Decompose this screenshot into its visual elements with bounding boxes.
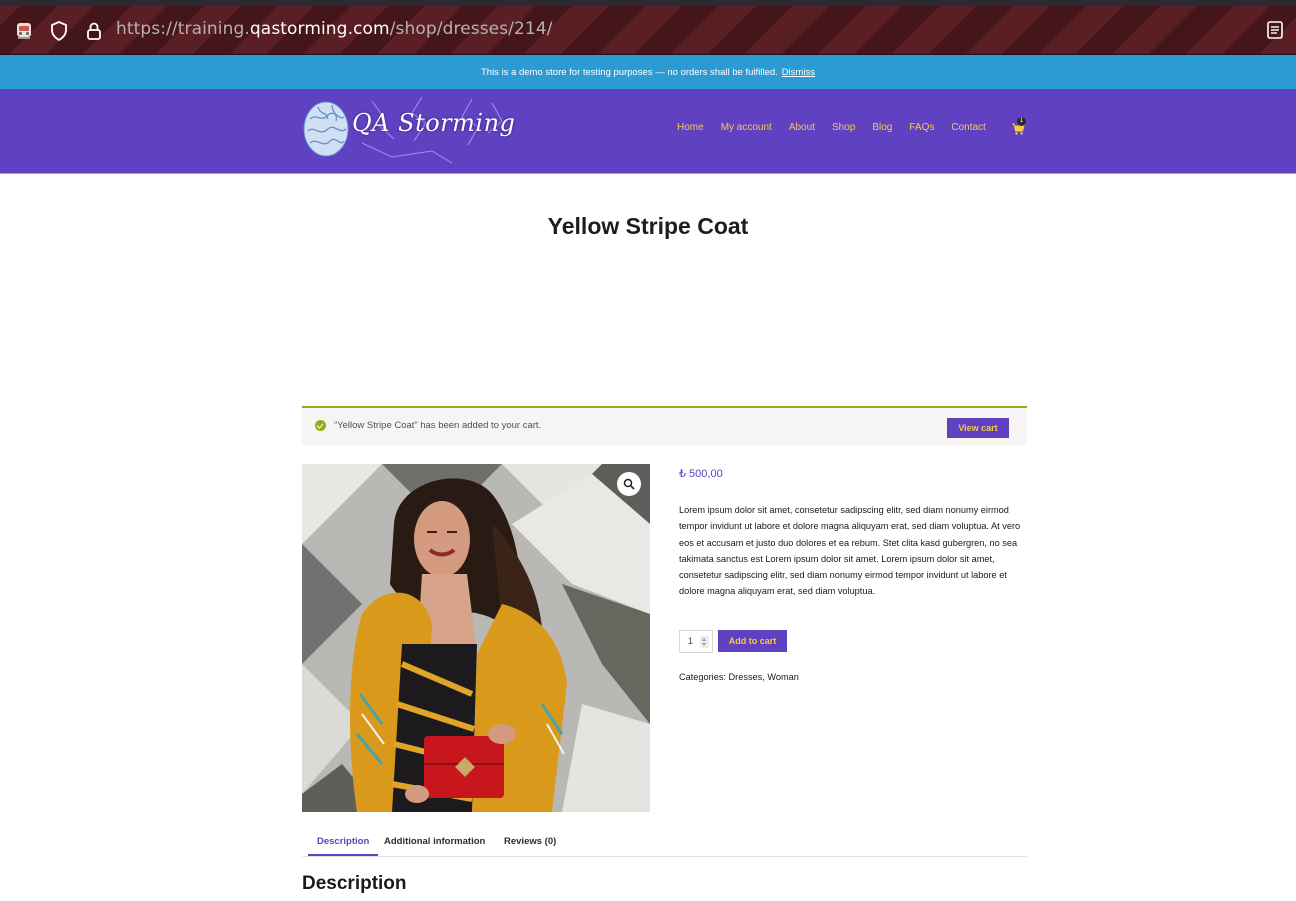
add-to-cart-button[interactable]: Add to cart (718, 630, 787, 652)
product-title: Yellow Stripe Coat (547, 213, 749, 239)
description-heading: Description (302, 873, 407, 894)
quantity-stepper[interactable]: 1 (679, 630, 713, 653)
logo-text: QA Storming (352, 109, 516, 137)
quantity-spinner-icon[interactable] (700, 636, 709, 648)
view-cart-button[interactable]: View cart (947, 418, 1009, 438)
category-link-dresses[interactable]: Dresses (729, 672, 763, 682)
shield-icon[interactable] (48, 20, 70, 42)
tab-description[interactable]: Description (317, 836, 369, 847)
message-text: “Yellow Stripe Coat” has been added to y… (334, 420, 542, 431)
success-check-icon (315, 420, 326, 431)
notice-text: This is a demo store for testing purpose… (480, 66, 778, 78)
product-price: ₺ 500,00 (679, 468, 723, 480)
tab-additional-information[interactable]: Additional information (384, 836, 485, 847)
tab-reviews[interactable]: Reviews (0) (504, 836, 556, 847)
site-permissions-icon[interactable] (13, 20, 35, 42)
category-link-woman[interactable]: Woman (767, 672, 799, 682)
product-short-description: Lorem ipsum dolor sit amet, consetetur s… (679, 505, 1021, 597)
nav-about[interactable]: About (789, 122, 815, 133)
nav-shop[interactable]: Shop (832, 122, 855, 133)
main-nav: Home My account About Shop Blog FAQs Con… (677, 122, 1003, 133)
reader-view-icon[interactable] (1266, 20, 1284, 44)
nav-blog[interactable]: Blog (872, 122, 892, 133)
nav-my-account[interactable]: My account (721, 122, 772, 133)
product-photo (302, 464, 650, 812)
lock-icon[interactable] (83, 20, 105, 42)
product-tabs: Description Additional information Revie… (302, 834, 1027, 857)
demo-store-notice: This is a demo store for testing purpose… (0, 55, 1296, 89)
site-header: QA Storming Home My account About Shop B… (0, 89, 1296, 174)
product-image[interactable] (302, 464, 650, 812)
added-to-cart-message: “Yellow Stripe Coat” has been added to y… (302, 406, 1027, 445)
categories-label: Categories: (679, 672, 726, 682)
nav-home[interactable]: Home (677, 122, 704, 133)
product-categories: Categories: Dresses, Woman (679, 672, 799, 682)
site-logo[interactable]: QA Storming (302, 93, 518, 169)
dismiss-link[interactable]: Dismiss (782, 67, 815, 78)
active-tab-indicator (308, 854, 378, 856)
cart-count-badge: 1 (1017, 117, 1026, 126)
url-bar[interactable]: https://training.qastorming.com/shop/dre… (0, 6, 1296, 55)
zoom-icon[interactable] (617, 472, 641, 496)
nav-faqs[interactable]: FAQs (909, 122, 934, 133)
url-text[interactable]: https://training.qastorming.com/shop/dre… (116, 19, 553, 39)
quantity-value: 1 (688, 636, 694, 646)
nav-contact[interactable]: Contact (951, 122, 985, 133)
